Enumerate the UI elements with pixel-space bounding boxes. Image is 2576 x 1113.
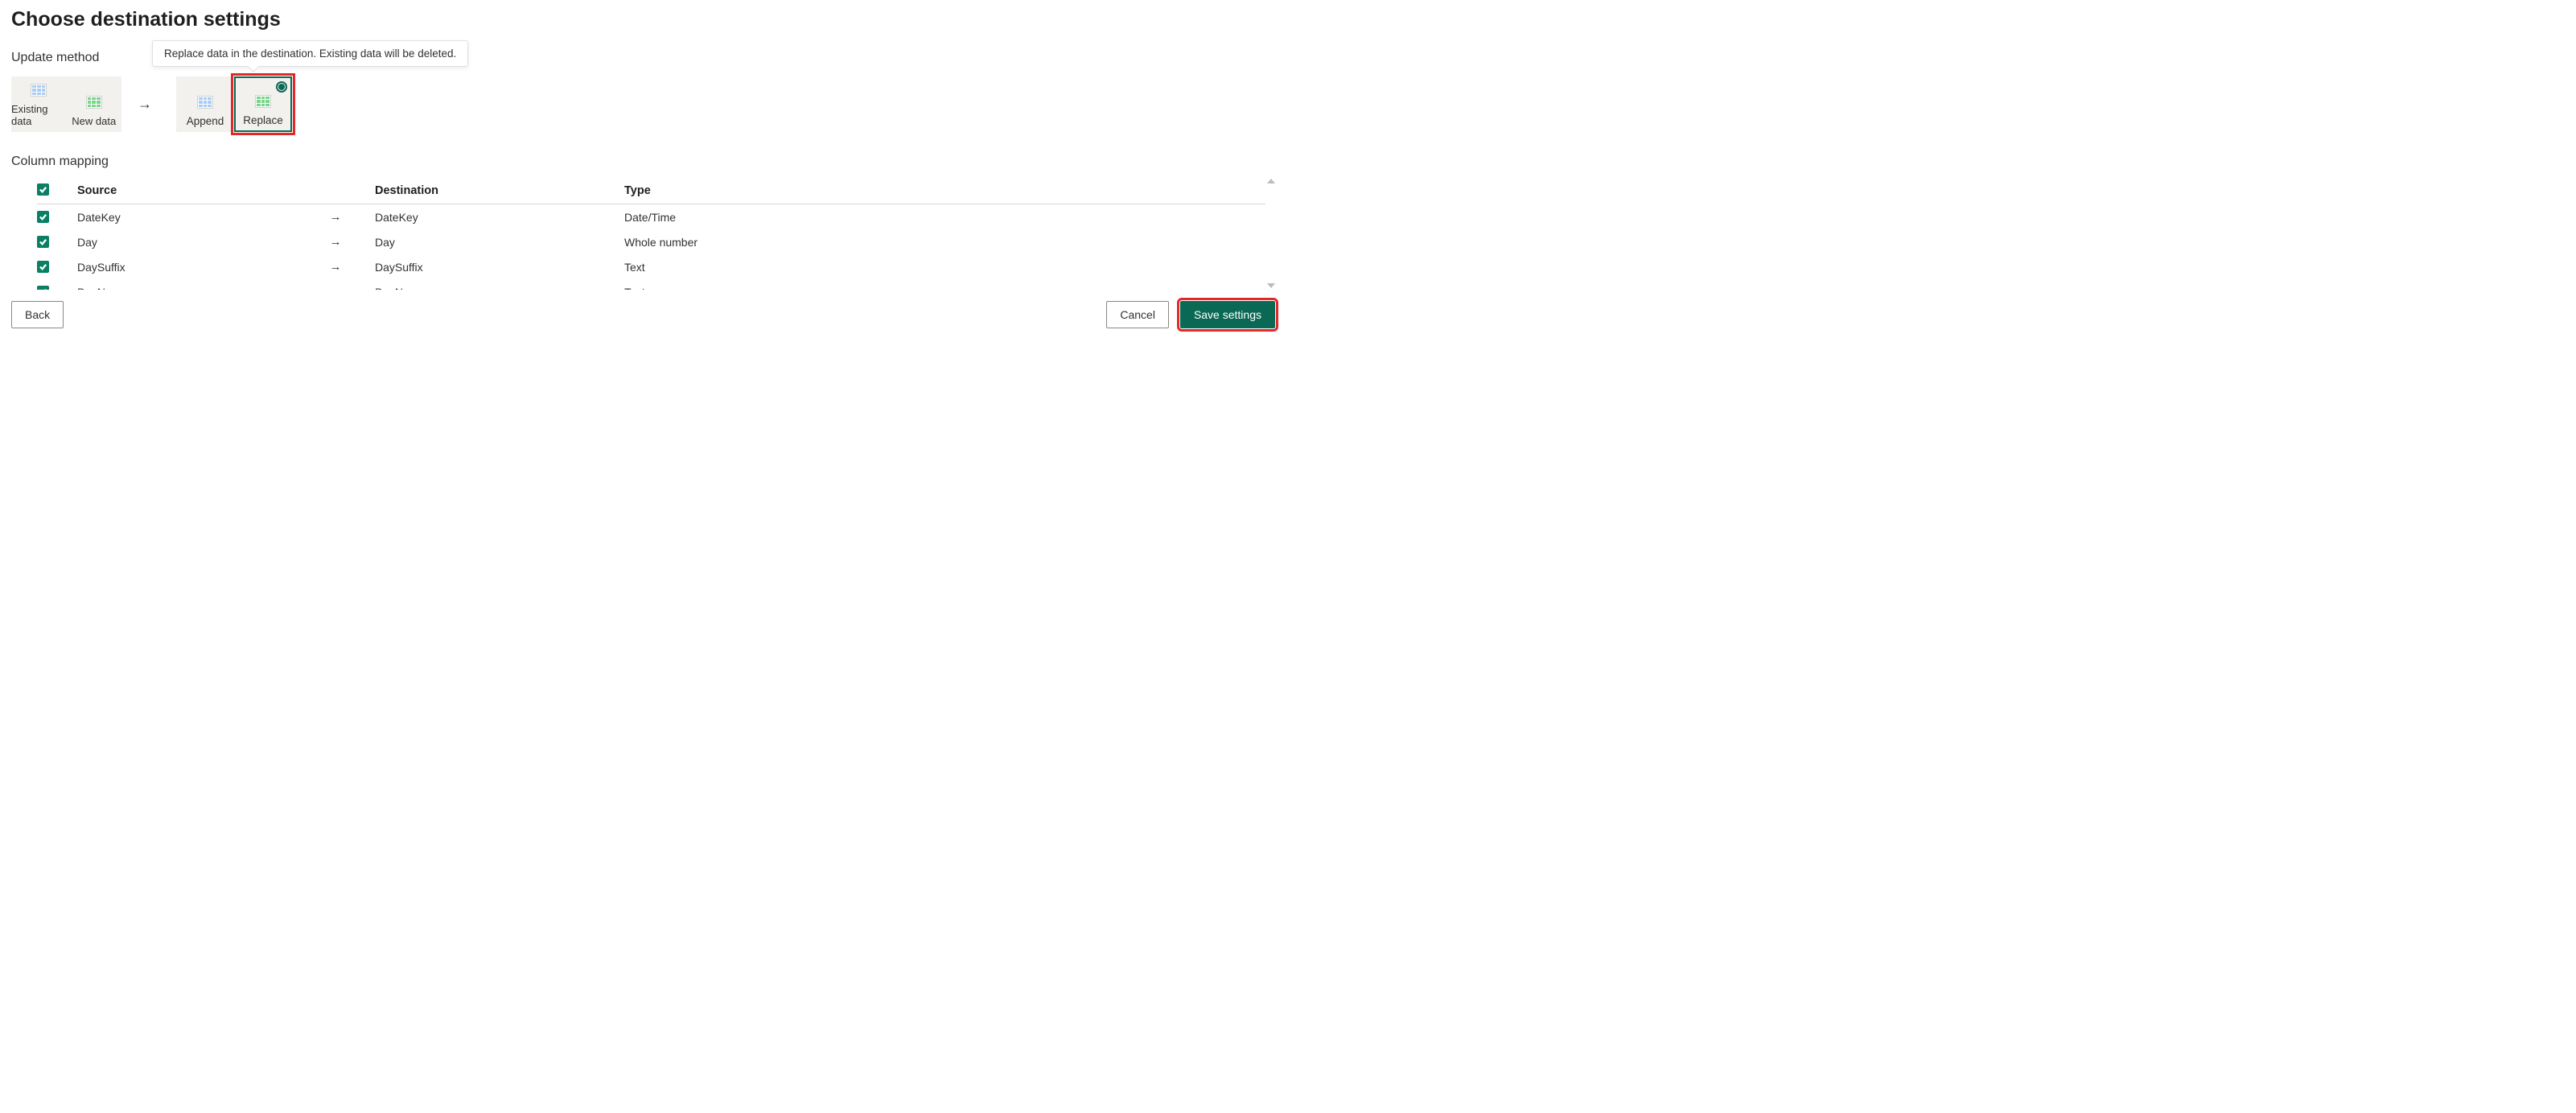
- table-row: DaySuffix → DaySuffix Text: [37, 254, 1265, 279]
- arrow-right-icon: →: [327, 260, 344, 274]
- method-replace-label: Replace: [243, 114, 283, 126]
- table-row: Day → Day Whole number: [37, 229, 1265, 254]
- row-source: DayName: [77, 279, 327, 290]
- method-options: Append Replace: [176, 76, 292, 132]
- back-button[interactable]: Back: [11, 301, 64, 328]
- arrow-right-icon: →: [130, 96, 160, 113]
- data-preview: Existing data New data: [11, 76, 121, 132]
- cancel-button[interactable]: Cancel: [1106, 301, 1169, 328]
- row-checkbox[interactable]: [37, 236, 49, 248]
- table-row: DateKey → DateKey Date/Time: [37, 204, 1265, 230]
- row-source: Day: [77, 229, 327, 254]
- method-replace[interactable]: Replace: [234, 76, 292, 132]
- row-source: DaySuffix: [77, 254, 327, 279]
- row-checkbox[interactable]: [37, 286, 49, 291]
- arrow-right-icon: →: [327, 235, 344, 249]
- column-mapping-label: Column mapping: [11, 155, 1277, 169]
- column-mapping-area: Source Destination Type DateKey → DateKe…: [11, 177, 1277, 290]
- table-blue-icon: [197, 96, 213, 109]
- page-title: Choose destination settings: [11, 8, 1277, 31]
- update-method-row: Replace data in the destination. Existin…: [11, 76, 1277, 132]
- column-header-type: Type: [624, 177, 1265, 204]
- column-header-source: Source: [77, 177, 327, 204]
- scroll-up-icon[interactable]: [1267, 179, 1275, 183]
- row-checkbox[interactable]: [37, 211, 49, 223]
- table-blue-icon: [31, 84, 47, 97]
- arrow-right-icon: →: [327, 210, 344, 224]
- row-source: DateKey: [77, 204, 327, 230]
- method-append-label: Append: [187, 115, 224, 127]
- tooltip-text: Replace data in the destination. Existin…: [164, 47, 456, 60]
- row-destination: DateKey: [375, 204, 624, 230]
- method-append[interactable]: Append: [176, 76, 234, 132]
- table-green-icon: [86, 96, 102, 109]
- scroll-down-icon[interactable]: [1267, 283, 1275, 288]
- column-mapping-table: Source Destination Type DateKey → DateKe…: [37, 177, 1265, 290]
- row-type: Date/Time: [624, 204, 1265, 230]
- select-all-checkbox[interactable]: [37, 183, 49, 196]
- table-green-icon: [255, 95, 271, 108]
- row-type: Text: [624, 279, 1265, 290]
- row-destination: DayName: [375, 279, 624, 290]
- row-checkbox[interactable]: [37, 261, 49, 273]
- column-header-destination: Destination: [375, 177, 624, 204]
- radio-selected-icon: [276, 81, 287, 93]
- row-destination: DaySuffix: [375, 254, 624, 279]
- arrow-right-icon: →: [327, 285, 344, 290]
- table-row: DayName → DayName Text: [37, 279, 1265, 290]
- row-type: Text: [624, 254, 1265, 279]
- save-settings-button[interactable]: Save settings: [1180, 301, 1275, 328]
- existing-data-label: Existing data: [11, 103, 67, 127]
- destination-settings-panel: Choose destination settings Update metho…: [0, 0, 1288, 338]
- replace-tooltip: Replace data in the destination. Existin…: [152, 40, 468, 67]
- footer: Back Cancel Save settings: [11, 301, 1277, 328]
- tooltip-arrow-icon: [248, 61, 259, 72]
- row-type: Whole number: [624, 229, 1265, 254]
- row-destination: Day: [375, 229, 624, 254]
- new-data-label: New data: [72, 115, 116, 127]
